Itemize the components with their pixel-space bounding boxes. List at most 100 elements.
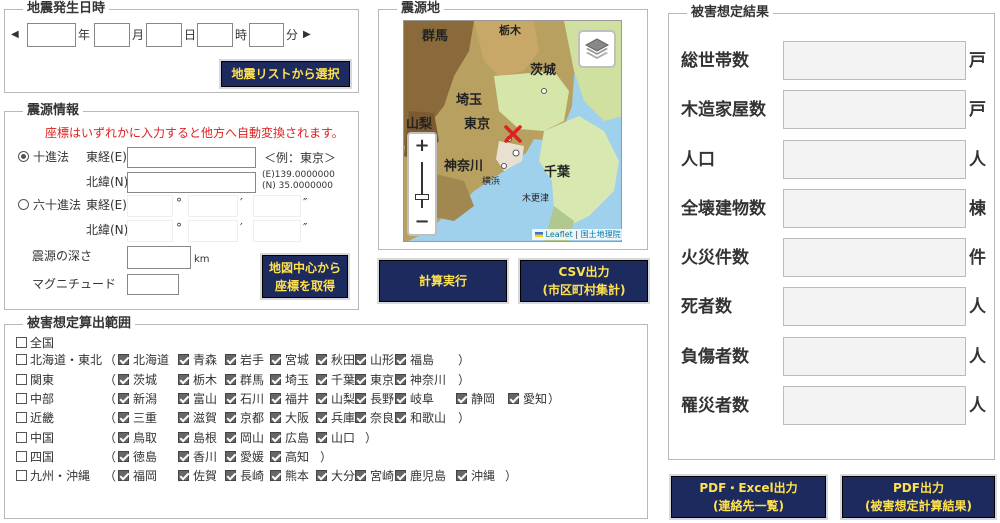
minute-input[interactable] (249, 23, 284, 47)
all-japan-checkbox[interactable] (16, 337, 27, 348)
prefecture-checkbox[interactable] (225, 432, 236, 443)
map-label-gunma: 群馬 (422, 29, 449, 44)
prefecture-checkbox[interactable] (118, 451, 129, 462)
prefecture-checkbox[interactable] (270, 354, 281, 365)
prefecture-checkbox[interactable] (225, 354, 236, 365)
prefecture-checkbox[interactable] (456, 470, 467, 481)
sex-east-sec-input[interactable] (253, 195, 301, 217)
region-checkbox[interactable] (16, 354, 27, 365)
prefecture-checkbox[interactable] (395, 354, 406, 365)
prefecture-checkbox[interactable] (316, 393, 327, 404)
month-input[interactable] (94, 23, 130, 47)
prev-arrow-icon[interactable]: ◀ (11, 27, 19, 43)
map-center-label-2: 座標を取得 (274, 278, 335, 293)
sex-north-sec-input[interactable] (253, 220, 301, 242)
prefecture-checkbox[interactable] (270, 451, 281, 462)
zoom-slider-track[interactable] (421, 162, 423, 208)
prefecture-checkbox[interactable] (178, 470, 189, 481)
layers-button[interactable] (578, 30, 616, 68)
datetime-legend: 地震発生日時 (23, 1, 110, 17)
result-value-box (783, 90, 966, 129)
region-checkbox[interactable] (16, 432, 27, 443)
attribution-gsi[interactable]: 国土地理院 (581, 230, 621, 239)
attribution-leaflet[interactable]: Leaflet (546, 230, 573, 239)
depth-input[interactable] (127, 246, 191, 269)
prefecture-checkbox[interactable] (118, 470, 129, 481)
prefecture-checkbox[interactable] (118, 432, 129, 443)
prefecture-checkbox[interactable] (178, 451, 189, 462)
prefecture-checkbox[interactable] (225, 393, 236, 404)
prefecture-checkbox[interactable] (225, 470, 236, 481)
prefecture-checkbox[interactable] (118, 354, 129, 365)
prefecture-checkbox[interactable] (225, 451, 236, 462)
prefecture-checkbox[interactable] (456, 393, 467, 404)
year-input[interactable] (27, 23, 76, 47)
decimal-radio[interactable] (18, 151, 29, 162)
prefecture-checkbox[interactable] (270, 412, 281, 423)
select-from-list-button[interactable]: 地震リストから選択 (221, 61, 350, 87)
decimal-east-input[interactable] (127, 147, 256, 168)
prefecture-checkbox[interactable] (316, 432, 327, 443)
prefecture-checkbox[interactable] (118, 393, 129, 404)
prefecture-checkbox[interactable] (316, 412, 327, 423)
region-checkbox[interactable] (16, 412, 27, 423)
prefecture-checkbox[interactable] (270, 374, 281, 385)
prefecture-checkbox[interactable] (178, 354, 189, 365)
prefecture-checkbox[interactable] (316, 374, 327, 385)
prefecture-checkbox[interactable] (395, 393, 406, 404)
csv-button[interactable]: CSV出力 (市区町村集計) (520, 260, 648, 302)
region-checkbox[interactable] (16, 374, 27, 385)
prefecture-checkbox[interactable] (118, 374, 129, 385)
prefecture-checkbox[interactable] (355, 354, 366, 365)
prefecture-label: 秋田 (331, 353, 356, 367)
decimal-north-input[interactable] (127, 172, 256, 193)
depth-label: 震源の深さ (32, 249, 93, 263)
hour-input[interactable] (197, 23, 233, 47)
sexagesimal-radio[interactable] (18, 199, 29, 210)
prefecture-checkbox[interactable] (225, 374, 236, 385)
prefecture-checkbox[interactable] (225, 412, 236, 423)
prefecture-checkbox[interactable] (355, 374, 366, 385)
pdf-excel-button[interactable]: PDF・Excel出力 (連絡先一覧) (671, 476, 826, 518)
prefecture-checkbox[interactable] (118, 412, 129, 423)
prefecture-checkbox[interactable] (316, 470, 327, 481)
zoom-slider-handle[interactable] (415, 194, 429, 200)
epicenter-marker-icon (504, 125, 522, 143)
prefecture-checkbox[interactable] (178, 412, 189, 423)
region-checkbox[interactable] (16, 393, 27, 404)
prefecture-checkbox[interactable] (395, 374, 406, 385)
sex-north-min-input[interactable] (188, 220, 238, 242)
prefecture-checkbox[interactable] (316, 354, 327, 365)
map-center-button[interactable]: 地図中心から 座標を取得 (262, 255, 348, 298)
sex-north-deg-input[interactable] (127, 220, 173, 242)
prefecture-label: 長崎 (240, 469, 265, 483)
prefecture-checkbox[interactable] (270, 470, 281, 481)
prefecture-checkbox[interactable] (508, 393, 519, 404)
day-input[interactable] (146, 23, 182, 47)
prefecture-checkbox[interactable] (178, 393, 189, 404)
pdf-button[interactable]: PDF出力 (被害想定計算結果) (842, 476, 995, 518)
prefecture-checkbox[interactable] (395, 412, 406, 423)
prefecture-label: 鳥取 (133, 431, 158, 445)
region-checkbox[interactable] (16, 470, 27, 481)
next-arrow-icon[interactable]: ▶ (303, 27, 311, 43)
zoom-in-button[interactable]: + (409, 134, 435, 158)
zoom-out-button[interactable]: − (409, 210, 435, 234)
sex-east-deg-input[interactable] (127, 195, 173, 217)
prefecture-checkbox[interactable] (355, 470, 366, 481)
attribution-separator: | (575, 230, 579, 239)
magnitude-input[interactable] (127, 274, 179, 295)
prefecture-checkbox[interactable] (395, 470, 406, 481)
prefecture-checkbox[interactable] (178, 374, 189, 385)
region-checkbox[interactable] (16, 451, 27, 462)
prefecture-checkbox[interactable] (355, 412, 366, 423)
prefecture-checkbox[interactable] (178, 432, 189, 443)
prefecture-checkbox[interactable] (270, 432, 281, 443)
calc-button[interactable]: 計算実行 (379, 260, 507, 302)
decimal-north-label: 北緯(N) (86, 175, 129, 189)
leaflet-flag-icon (535, 232, 543, 237)
prefecture-checkbox[interactable] (270, 393, 281, 404)
prefecture-label: 青森 (193, 353, 218, 367)
prefecture-checkbox[interactable] (355, 393, 366, 404)
sex-east-min-input[interactable] (188, 195, 238, 217)
